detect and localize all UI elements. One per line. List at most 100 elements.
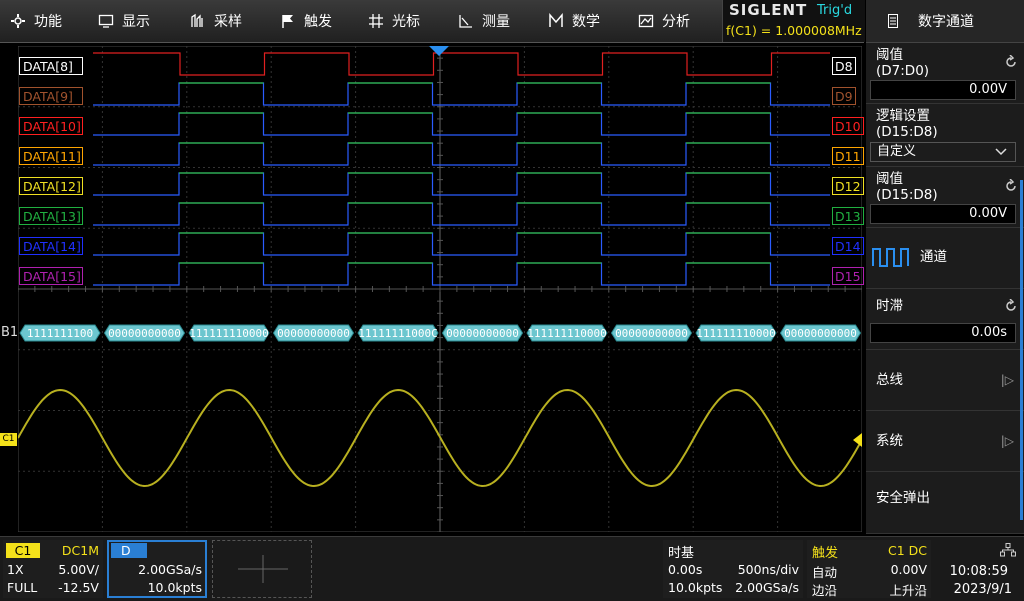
- system-section[interactable]: 系统 |▷: [866, 411, 1024, 472]
- bus-segment-value: 111111110000: [696, 327, 775, 340]
- skew-value[interactable]: 0.00s: [870, 323, 1016, 343]
- c1-scale: 5.00V/: [58, 562, 99, 577]
- threshold-low-sub: (D7:D0): [876, 63, 930, 79]
- channel-tag-d8[interactable]: D8: [832, 57, 856, 75]
- digital-channel-menu: 阈值 (D7:D0) 0.00V 逻辑设置 (D15:D8) 自定义 阈值 (D…: [866, 43, 1024, 534]
- channel-tag-d15[interactable]: D15: [832, 267, 864, 285]
- bus-section[interactable]: 总线 |▷: [866, 350, 1024, 411]
- timebase-scale: 500ns/div: [737, 562, 799, 577]
- menu-measure-label: 测量: [482, 14, 510, 30]
- logic-setting-label: 逻辑设置: [876, 108, 930, 124]
- channel-label-d10[interactable]: DATA[10]: [19, 117, 83, 135]
- channel-tag-d14[interactable]: D14: [832, 237, 864, 255]
- trigger-level-marker[interactable]: [853, 433, 862, 447]
- channel-section[interactable]: 通道: [866, 228, 1024, 289]
- waveform-grid[interactable]: 1111111100 00000000000 111111110000 0000000…: [18, 46, 862, 532]
- digital-wave-icon: [872, 248, 909, 267]
- math-icon: [549, 13, 563, 27]
- system-label: 系统: [876, 433, 903, 449]
- bottom-status-bar: C1 DC1M 1X 5.00V/ FULL -12.5V D 2.00GSa/…: [0, 536, 1024, 601]
- sample-icon: [191, 13, 203, 27]
- channel-label-d13[interactable]: DATA[13]: [19, 207, 83, 225]
- trigger-box[interactable]: 触发 C1 DC 自动 0.00V 边沿 上升沿: [807, 540, 931, 598]
- bus-segment: 00000000000: [272, 324, 355, 342]
- menu-trigger[interactable]: 触发: [280, 0, 332, 42]
- threshold-high-section[interactable]: 阈值 (D15:D8) 0.00V: [866, 167, 1024, 228]
- channel-label: 通道: [920, 249, 947, 265]
- trigger-slope: 上升沿: [889, 583, 927, 598]
- skew-section[interactable]: 时滞 0.00s: [866, 289, 1024, 350]
- channel-label-d15[interactable]: DATA[15]: [19, 267, 83, 285]
- menu-acquire-label: 采样: [214, 14, 242, 30]
- right-panel-header: 数字通道: [866, 0, 1024, 43]
- submenu-arrow-icon: |▷: [1000, 373, 1014, 387]
- menu-display-label: 显示: [122, 14, 150, 30]
- threshold-high-sub: (D15:D8): [876, 187, 938, 203]
- bus-segment-value: 1111111100: [27, 327, 93, 340]
- add-channel-button[interactable]: [212, 540, 312, 598]
- channel-label-d9[interactable]: DATA[9]: [19, 87, 83, 105]
- trigger-position-marker[interactable]: [429, 46, 449, 56]
- digital-sample-rate: 2.00GSa/s: [138, 562, 202, 577]
- menu-measure[interactable]: 测量: [458, 0, 510, 42]
- threshold-high-label: 阈值: [876, 171, 903, 187]
- channel-label-d14[interactable]: DATA[14]: [19, 237, 83, 255]
- bus-marker[interactable]: B1: [1, 325, 18, 340]
- c1-coupling: DC1M: [61, 543, 99, 558]
- channel-tag-d9[interactable]: D9: [832, 87, 856, 105]
- reset-icon[interactable]: [1004, 299, 1018, 313]
- threshold-low-section[interactable]: 阈值 (D7:D0) 0.00V: [866, 43, 1024, 104]
- clock-date: 2023/9/1: [953, 582, 1012, 597]
- brand-logo: SIGLENT: [729, 1, 808, 19]
- chevron-down-icon: [995, 148, 1007, 156]
- channel-label-d11[interactable]: DATA[11]: [19, 147, 83, 165]
- timebase-delay: 0.00s: [668, 562, 703, 577]
- channel-tag-d10[interactable]: D10: [832, 117, 864, 135]
- cursor-icon: [369, 14, 383, 28]
- bus-segment-value: 00000000000: [784, 327, 857, 340]
- timebase-box[interactable]: 时基 0.00s 500ns/div 10.0kpts 2.00GSa/s: [663, 540, 803, 598]
- menu-math[interactable]: 数学: [548, 0, 600, 42]
- network-icon: [1000, 543, 1016, 557]
- logic-setting-select[interactable]: 自定义: [870, 142, 1016, 162]
- trigger-level: 0.00V: [890, 562, 927, 577]
- menu-analysis-label: 分析: [662, 14, 690, 30]
- menu-function[interactable]: 功能: [10, 0, 62, 42]
- channel-tag-d13[interactable]: D13: [832, 207, 864, 225]
- safe-eject-section[interactable]: 安全弹出: [866, 472, 1024, 534]
- reset-icon[interactable]: [1004, 55, 1018, 69]
- menu-display[interactable]: 显示: [98, 0, 150, 42]
- panel-scrollbar[interactable]: [1020, 180, 1023, 520]
- logic-setting-section[interactable]: 逻辑设置 (D15:D8) 自定义: [866, 104, 1024, 167]
- clock-time: 10:08:59: [949, 564, 1008, 579]
- skew-label: 时滞: [876, 298, 903, 314]
- submenu-arrow-icon: |▷: [1000, 434, 1014, 448]
- digital-channel-box[interactable]: D 2.00GSa/s 10.0kpts: [107, 540, 207, 598]
- c1-bandwidth: FULL: [7, 580, 38, 595]
- c1-marker[interactable]: C1: [0, 433, 17, 446]
- digital-points: 10.0kpts: [147, 580, 202, 595]
- clock-box[interactable]: 10:08:59 2023/9/1: [936, 540, 1022, 598]
- timebase-points: 10.0kpts: [668, 580, 723, 595]
- menu-acquire[interactable]: 采样: [190, 0, 242, 42]
- document-icon: [888, 14, 898, 28]
- safe-eject-label: 安全弹出: [876, 490, 930, 506]
- bus-segment: 00000000000: [779, 324, 862, 342]
- channel-tag-d11[interactable]: D11: [832, 147, 864, 165]
- channel-label-d8[interactable]: DATA[8]: [19, 57, 83, 75]
- channel-label-d12[interactable]: DATA[12]: [19, 177, 83, 195]
- threshold-low-value[interactable]: 0.00V: [870, 80, 1016, 100]
- trigger-type: 边沿: [812, 583, 838, 598]
- timebase-title: 时基: [668, 546, 695, 561]
- threshold-high-value[interactable]: 0.00V: [870, 204, 1016, 224]
- c1-offset: -12.5V: [58, 580, 99, 595]
- c1-channel-box[interactable]: C1 DC1M 1X 5.00V/ FULL -12.5V: [3, 540, 103, 598]
- menu-math-label: 数学: [572, 14, 600, 30]
- bus-segment-value: 00000000000: [446, 327, 519, 340]
- channel-tag-d12[interactable]: D12: [832, 177, 864, 195]
- reset-icon[interactable]: [1004, 179, 1018, 193]
- menu-cursors[interactable]: 光标: [368, 0, 420, 42]
- frequency-counter: f(C1) = 1.000008MHz: [726, 23, 862, 38]
- bus-segment: 11111111000C: [357, 324, 439, 342]
- menu-analysis[interactable]: 分析: [638, 0, 690, 42]
